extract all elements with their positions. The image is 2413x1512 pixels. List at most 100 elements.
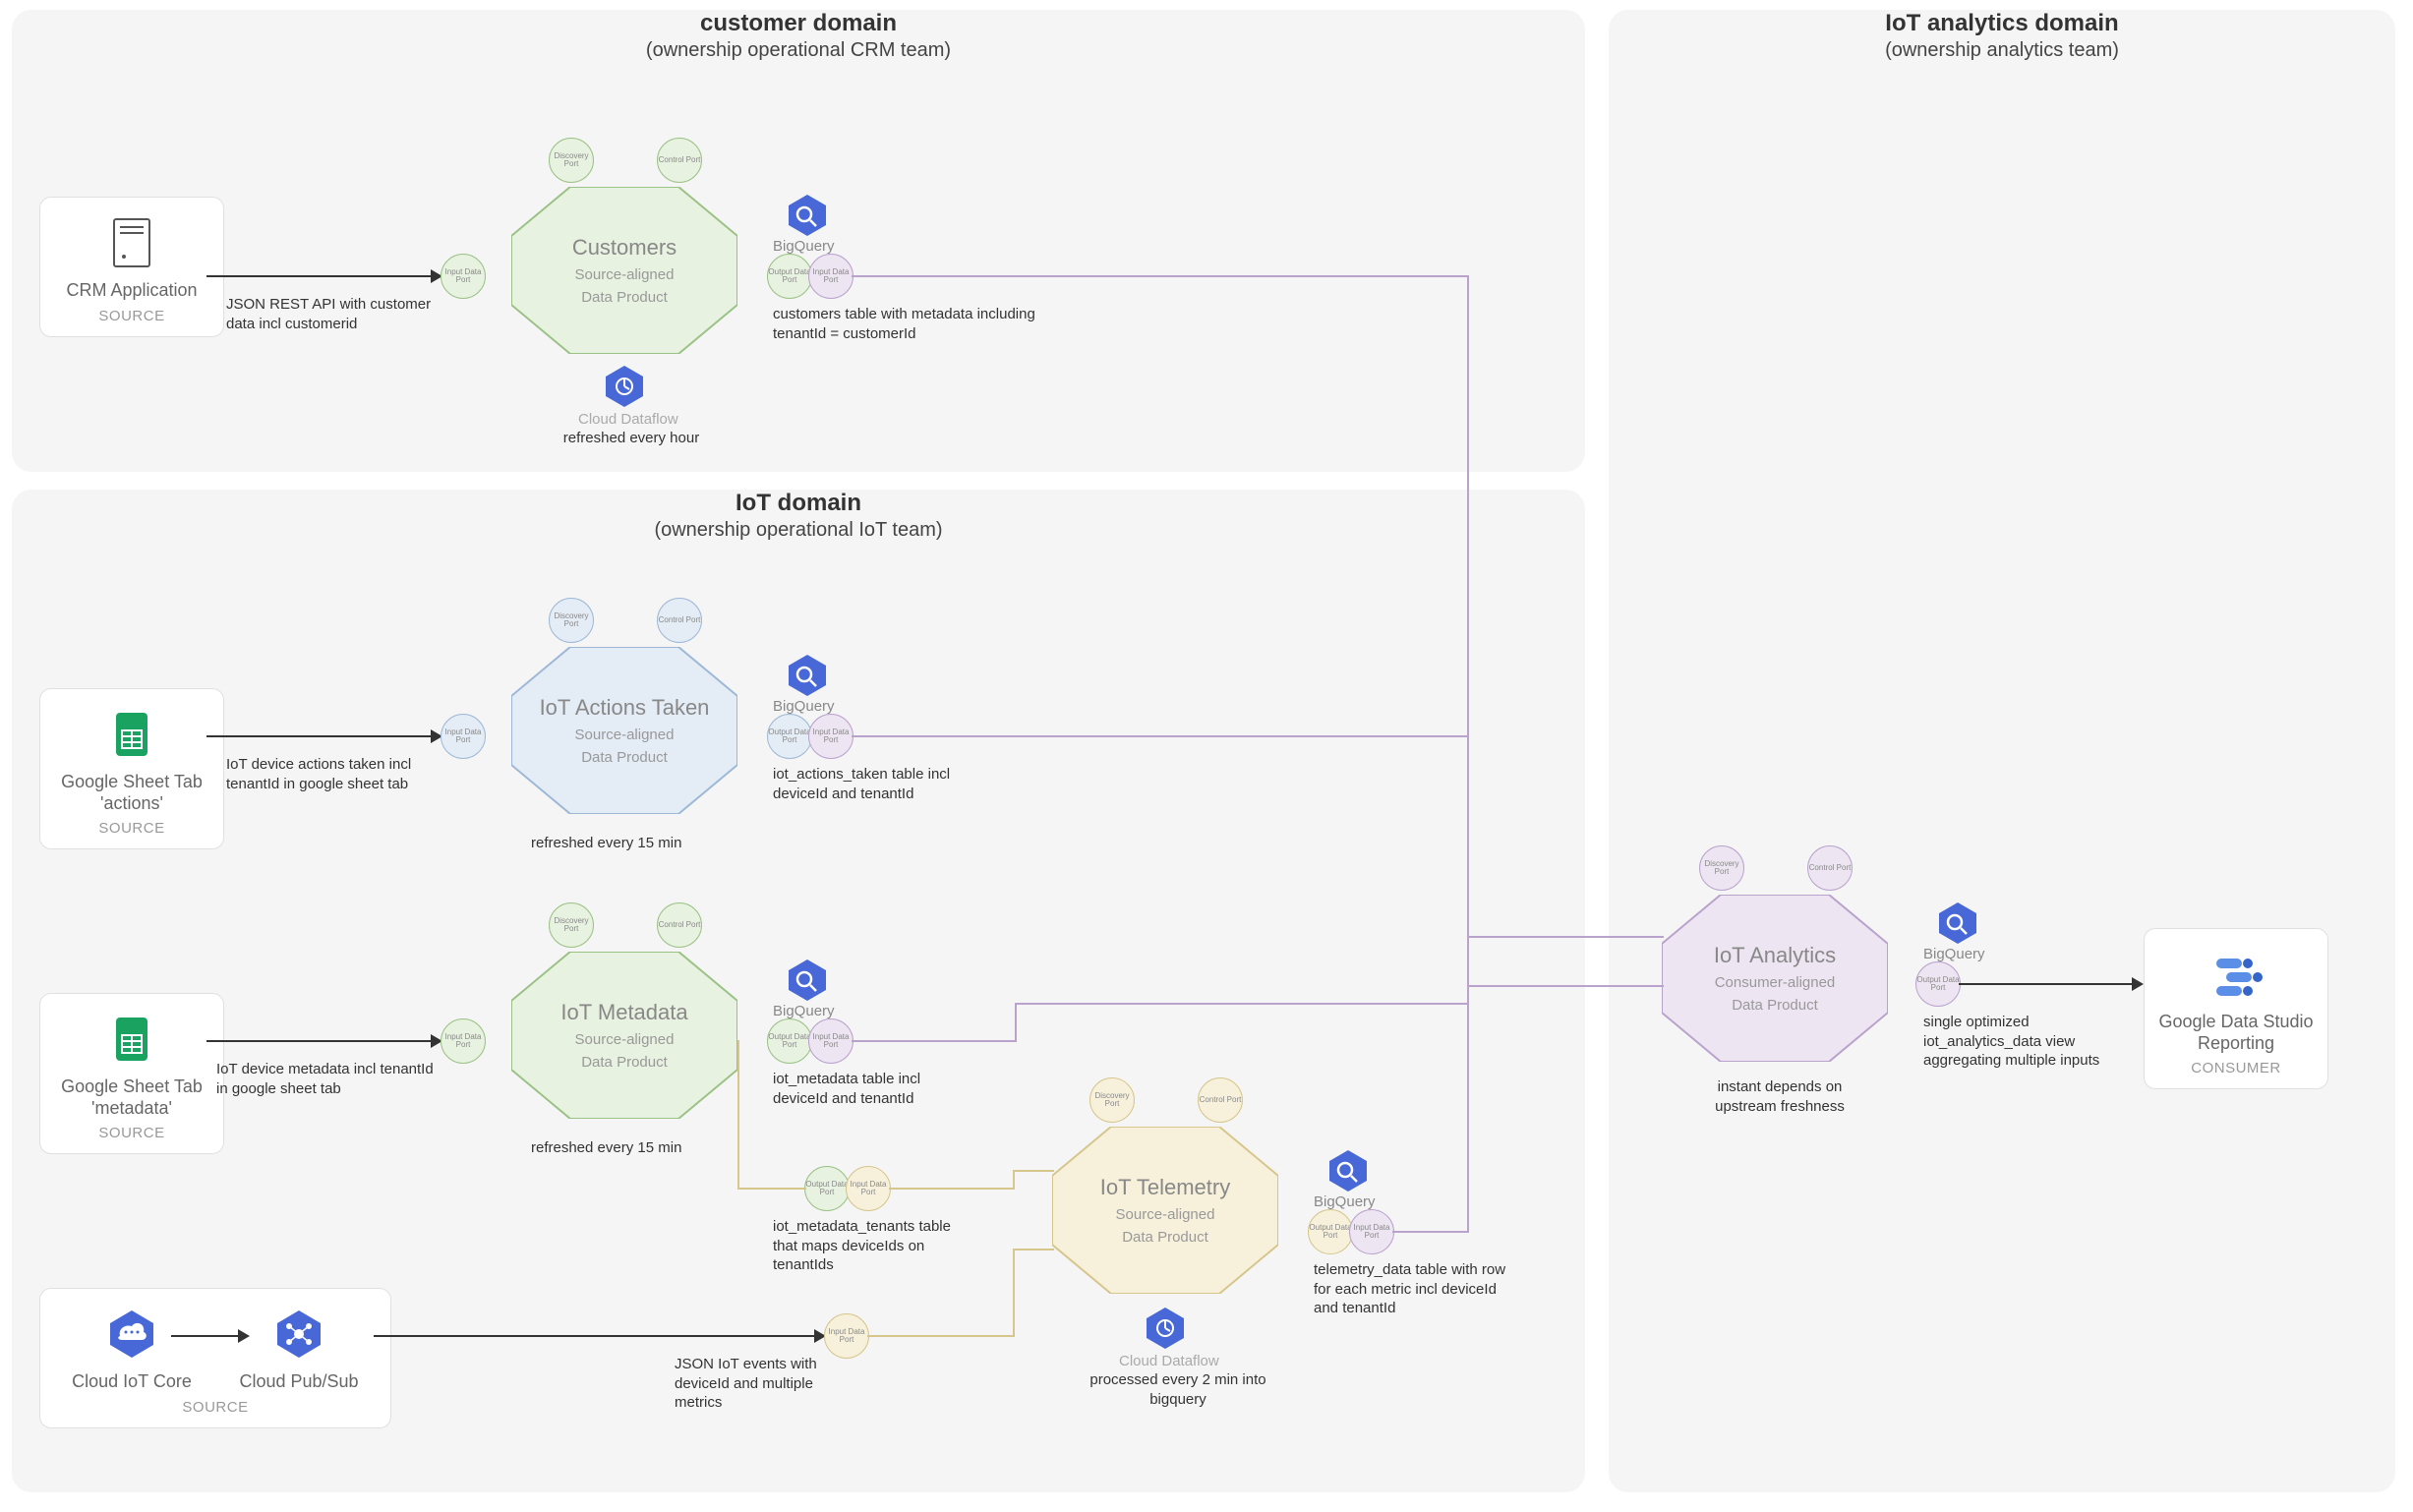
product-iot-telemetry: IoT Telemetry Source-aligned Data Produc… bbox=[1052, 1127, 1278, 1294]
product-subtitle: Data Product bbox=[581, 289, 668, 306]
connector bbox=[206, 275, 433, 277]
source-iot-pubsub: Cloud IoT Core Cloud Pub/Sub SOURCE bbox=[39, 1288, 391, 1428]
domain-subtitle: (ownership operational CRM team) bbox=[12, 39, 1585, 62]
input-port: Input Data Port bbox=[1349, 1209, 1394, 1254]
icon-label: BigQuery bbox=[773, 698, 835, 715]
connector bbox=[852, 275, 1469, 277]
source-label: Cloud Pub/Sub bbox=[230, 1371, 368, 1393]
annotation: iot_metadata_tenants table that maps dev… bbox=[773, 1217, 970, 1275]
google-sheet-icon bbox=[104, 1012, 159, 1067]
connector bbox=[1013, 1249, 1054, 1250]
connector bbox=[737, 1040, 739, 1188]
annotation: telemetry_data table with row for each m… bbox=[1314, 1260, 1510, 1318]
source-tag: SOURCE bbox=[48, 1399, 383, 1416]
analytics-domain: IoT analytics domain (ownership analytic… bbox=[1609, 10, 2395, 1492]
connector bbox=[171, 1335, 240, 1337]
icon-label: BigQuery bbox=[773, 238, 835, 255]
connector bbox=[1467, 936, 1469, 1233]
discovery-port: Discovery Port bbox=[1089, 1077, 1135, 1123]
icon-label: BigQuery bbox=[1314, 1193, 1376, 1210]
bigquery-icon bbox=[785, 653, 830, 698]
discovery-port: Discovery Port bbox=[549, 138, 594, 183]
input-port: Input Data Port bbox=[824, 1313, 869, 1359]
connector bbox=[1015, 1003, 1469, 1005]
connector bbox=[889, 1188, 1015, 1190]
connector bbox=[1467, 275, 1469, 938]
source-label: CRM Application bbox=[48, 280, 215, 302]
product-subtitle: Data Product bbox=[581, 749, 668, 766]
connector bbox=[1013, 1249, 1015, 1337]
product-subtitle: Source-aligned bbox=[1116, 1206, 1215, 1223]
input-port: Input Data Port bbox=[441, 1018, 486, 1064]
input-port: Input Data Port bbox=[441, 714, 486, 759]
control-port: Control Port bbox=[657, 598, 702, 643]
annotation: JSON IoT events with deviceId and multip… bbox=[675, 1355, 852, 1413]
domain-subtitle: (ownership operational IoT team) bbox=[12, 519, 1585, 542]
input-port: Input Data Port bbox=[808, 1018, 853, 1064]
control-port: Control Port bbox=[1807, 845, 1853, 891]
annotation: IoT device actions taken incl tenantId i… bbox=[226, 755, 442, 793]
annotation: refreshed every 15 min bbox=[531, 834, 681, 853]
product-title: IoT Metadata bbox=[560, 1000, 687, 1025]
domain-subtitle: (ownership analytics team) bbox=[1609, 39, 2395, 62]
source-tag: SOURCE bbox=[48, 1125, 215, 1141]
product-subtitle: Source-aligned bbox=[575, 1031, 675, 1048]
annotation: JSON REST API with customer data incl cu… bbox=[226, 295, 442, 333]
product-iot-analytics: IoT Analytics Consumer-aligned Data Prod… bbox=[1662, 895, 1888, 1062]
cloud-iot-icon bbox=[104, 1307, 159, 1362]
arrow-icon bbox=[238, 1329, 250, 1343]
product-subtitle: Source-aligned bbox=[575, 266, 675, 283]
connector bbox=[206, 1040, 433, 1042]
discovery-port: Discovery Port bbox=[1699, 845, 1744, 891]
input-port: Input Data Port bbox=[808, 254, 853, 299]
annotation: iot_metadata table incl deviceId and ten… bbox=[773, 1070, 970, 1108]
domain-title: IoT analytics domain bbox=[1609, 10, 2395, 37]
output-port: Output Data Port bbox=[1915, 961, 1961, 1007]
consumer-data-studio: Google Data Studio Reporting CONSUMER bbox=[2144, 928, 2328, 1089]
product-subtitle: Data Product bbox=[1732, 997, 1818, 1014]
output-port: Output Data Port bbox=[767, 1018, 812, 1064]
annotation: single optimized iot_analytics_data view… bbox=[1923, 1013, 2100, 1071]
connector bbox=[1013, 1170, 1015, 1190]
source-label: Cloud IoT Core bbox=[63, 1371, 201, 1393]
source-tag: SOURCE bbox=[48, 308, 215, 324]
icon-label: Cloud Dataflow bbox=[1119, 1353, 1219, 1369]
output-port: Output Data Port bbox=[767, 254, 812, 299]
connector bbox=[206, 735, 433, 737]
cloud-dataflow-icon bbox=[1143, 1306, 1188, 1351]
source-crm: CRM Application SOURCE bbox=[39, 197, 224, 337]
product-iot-metadata: IoT Metadata Source-aligned Data Product bbox=[511, 952, 737, 1119]
product-title: IoT Telemetry bbox=[1100, 1175, 1230, 1200]
consumer-tag: CONSUMER bbox=[2152, 1060, 2320, 1076]
product-title: IoT Actions Taken bbox=[540, 695, 710, 721]
cloud-dataflow-icon bbox=[602, 364, 647, 409]
source-label: Google Sheet Tab 'metadata' bbox=[48, 1076, 215, 1119]
discovery-port: Discovery Port bbox=[549, 902, 594, 948]
annotation: instant depends on upstream freshness bbox=[1711, 1077, 1849, 1116]
connector bbox=[1467, 936, 1664, 938]
connector bbox=[1959, 983, 2134, 985]
connector bbox=[374, 1335, 816, 1337]
connector bbox=[1015, 1003, 1017, 1042]
input-port: Input Data Port bbox=[808, 714, 853, 759]
product-subtitle: Data Product bbox=[1122, 1229, 1208, 1246]
connector bbox=[737, 1188, 806, 1190]
control-port: Control Port bbox=[1198, 1077, 1243, 1123]
connector bbox=[852, 735, 1469, 737]
product-title: IoT Analytics bbox=[1714, 943, 1836, 968]
annotation: refreshed every 15 min bbox=[531, 1138, 681, 1158]
google-sheet-icon bbox=[104, 707, 159, 762]
annotation: processed every 2 min into bigquery bbox=[1080, 1370, 1276, 1409]
product-customers: Customers Source-aligned Data Product bbox=[511, 187, 737, 354]
annotation: IoT device metadata incl tenantId in goo… bbox=[216, 1060, 442, 1098]
product-subtitle: Source-aligned bbox=[575, 727, 675, 743]
icon-label: BigQuery bbox=[773, 1003, 835, 1019]
bigquery-icon bbox=[785, 958, 830, 1003]
product-subtitle: Data Product bbox=[581, 1054, 668, 1071]
cloud-pubsub-icon bbox=[271, 1307, 326, 1362]
domain-title: customer domain bbox=[12, 10, 1585, 37]
annotation: iot_actions_taken table incl deviceId an… bbox=[773, 765, 970, 803]
bigquery-icon bbox=[785, 193, 830, 238]
bigquery-icon bbox=[1935, 901, 1980, 946]
connector bbox=[1467, 985, 1664, 987]
